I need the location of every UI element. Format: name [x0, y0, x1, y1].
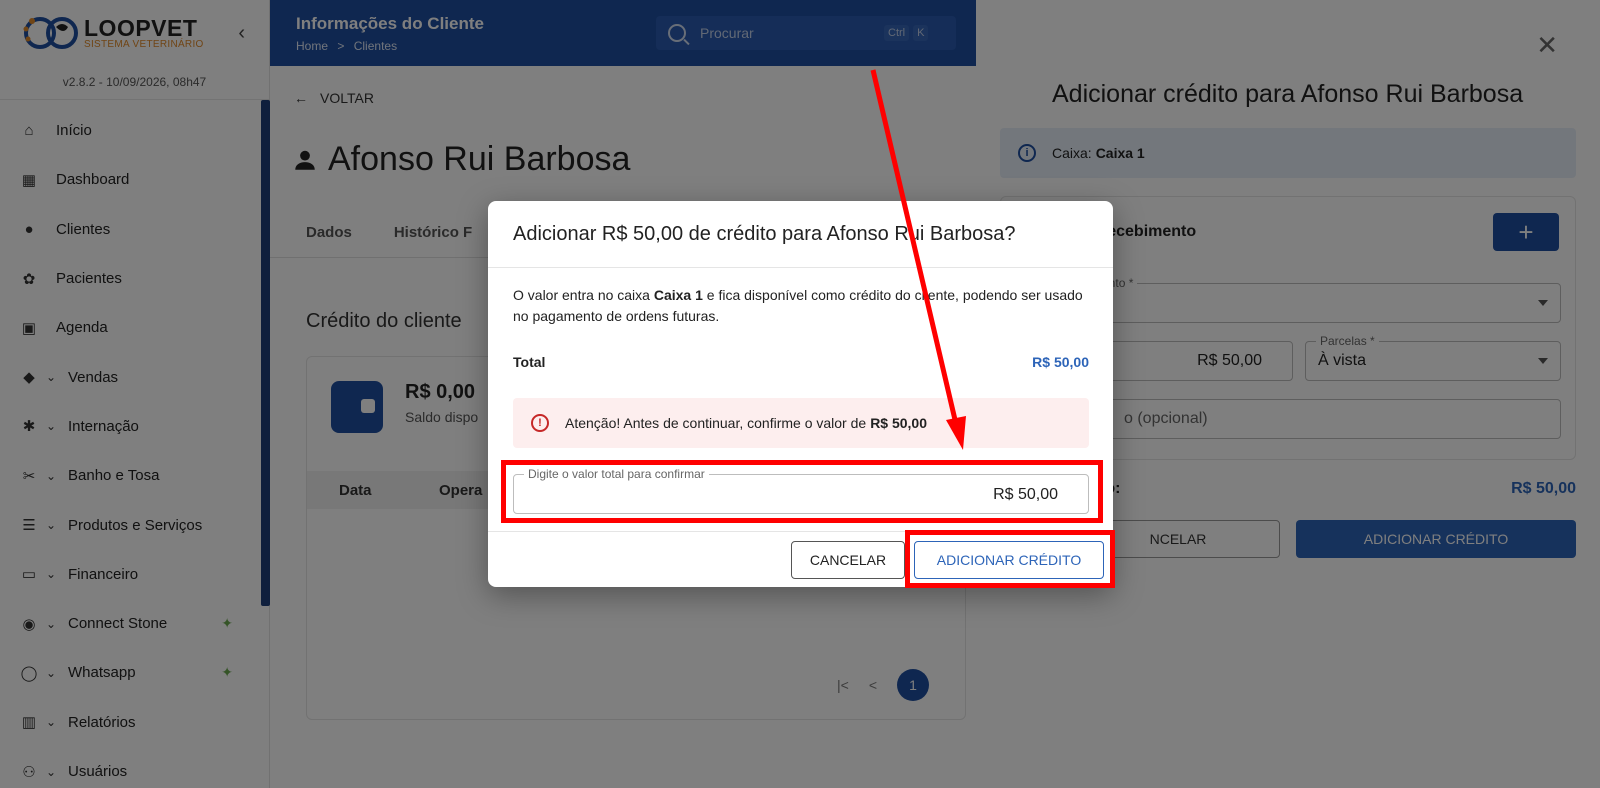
desc-cash-register: Caixa 1	[653, 287, 703, 303]
confirm-alert: ! Atenção! Antes de continuar, confirme …	[513, 398, 1089, 448]
dialog-description: O valor entra no caixa Caixa 1 e fica di…	[513, 285, 1093, 327]
alert-value: R$ 50,00	[870, 415, 928, 431]
dialog-title: Adicionar R$ 50,00 de crédito para Afons…	[513, 223, 1016, 245]
dialog-total-label: Total	[513, 354, 546, 370]
highlight-confirm-input	[501, 460, 1103, 523]
dialog-divider	[488, 267, 1113, 268]
alert-text: Atenção! Antes de continuar, confirme o …	[565, 415, 867, 431]
dialog-total-value: R$ 50,00	[1032, 354, 1089, 370]
cancel-button[interactable]: CANCELAR	[791, 541, 905, 579]
desc-part-1: O valor entra no caixa	[513, 287, 654, 303]
highlight-add-credit-button	[905, 530, 1115, 588]
alert-icon: !	[531, 414, 549, 432]
